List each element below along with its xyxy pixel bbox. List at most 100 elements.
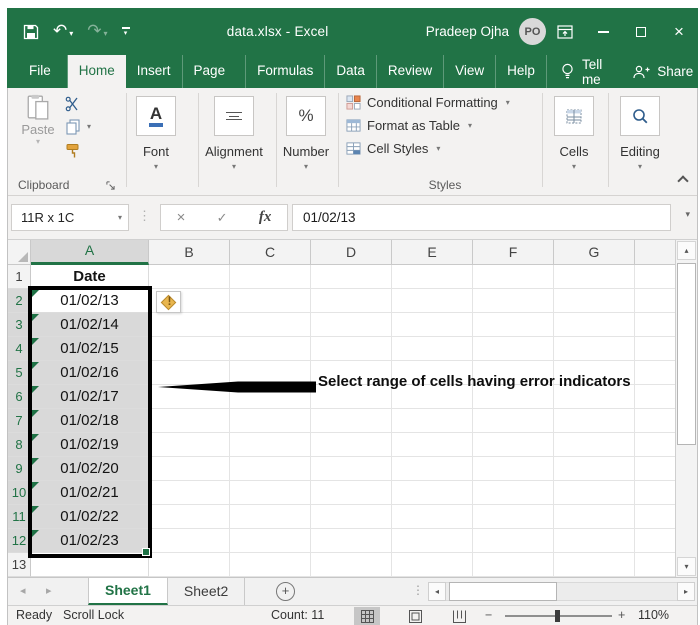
cell-A8[interactable]: 01/02/19: [31, 433, 149, 457]
alignment-group-label[interactable]: Alignment: [192, 144, 276, 159]
cell-A12[interactable]: 01/02/23: [31, 529, 149, 553]
grid-cell[interactable]: [554, 553, 635, 577]
grid-cell[interactable]: [554, 409, 635, 433]
column-header-A[interactable]: A: [31, 240, 149, 265]
grid-cell[interactable]: [635, 313, 676, 337]
cell-styles-button[interactable]: Cell Styles ▾: [346, 141, 440, 156]
grid-cell[interactable]: [311, 409, 392, 433]
grid-cell[interactable]: [635, 337, 676, 361]
previous-sheet-icon[interactable]: ◂: [20, 584, 26, 597]
share-button[interactable]: Share: [616, 55, 700, 88]
cell-A3[interactable]: 01/02/14: [31, 313, 149, 337]
grid-cell[interactable]: [473, 433, 554, 457]
grid-cell[interactable]: [311, 289, 392, 313]
row-header-9[interactable]: 9: [8, 457, 31, 481]
grid-cell[interactable]: [149, 313, 230, 337]
cancel-icon[interactable]: ×: [177, 209, 186, 226]
conditional-formatting-button[interactable]: Conditional Formatting ▾: [346, 95, 510, 110]
chevron-down-icon[interactable]: ▾: [69, 29, 73, 38]
grid-cell[interactable]: [473, 337, 554, 361]
grid-cell[interactable]: [392, 529, 473, 553]
zoom-out-icon[interactable]: −: [485, 608, 492, 622]
grid-cell[interactable]: [392, 337, 473, 361]
cut-button[interactable]: [65, 96, 81, 112]
grid-cell[interactable]: [230, 457, 311, 481]
grid-cell[interactable]: [635, 433, 676, 457]
grid-cell[interactable]: [392, 433, 473, 457]
grid-cell[interactable]: [554, 337, 635, 361]
grid-cell[interactable]: [311, 505, 392, 529]
row-header-13[interactable]: 13: [8, 553, 31, 577]
tab-formulas[interactable]: Formulas: [246, 55, 325, 88]
grid-cell[interactable]: [473, 409, 554, 433]
format-painter-button[interactable]: [65, 143, 81, 159]
grid-cell[interactable]: [392, 481, 473, 505]
grid-cell[interactable]: [554, 289, 635, 313]
alignment-group-button[interactable]: [214, 96, 254, 136]
name-box[interactable]: 11R x 1C▾: [11, 204, 129, 231]
tab-view[interactable]: View: [444, 55, 496, 88]
grid-cell[interactable]: [392, 409, 473, 433]
cell-A4[interactable]: 01/02/15: [31, 337, 149, 361]
column-header-E[interactable]: E: [392, 240, 473, 265]
grid-cell[interactable]: [554, 433, 635, 457]
undo-button[interactable]: ↶▾: [53, 22, 73, 41]
cell-A1[interactable]: Date: [31, 265, 149, 289]
insert-function-icon[interactable]: fx: [259, 209, 272, 226]
grid-cell[interactable]: [392, 457, 473, 481]
cells-group-button[interactable]: [554, 96, 594, 136]
grid-cell[interactable]: [554, 457, 635, 481]
save-icon[interactable]: [23, 24, 39, 40]
tab-insert[interactable]: Insert: [126, 55, 183, 88]
error-indicator-button[interactable]: !: [156, 291, 181, 313]
tab-review[interactable]: Review: [377, 55, 444, 88]
grid-cell[interactable]: [230, 433, 311, 457]
grid-cell[interactable]: [635, 481, 676, 505]
row-header-1[interactable]: 1: [8, 265, 31, 289]
tab-data[interactable]: Data: [325, 55, 377, 88]
cell-A6[interactable]: 01/02/17: [31, 385, 149, 409]
grid-cell[interactable]: [392, 265, 473, 289]
sheet-tab-sheet1[interactable]: Sheet1: [88, 578, 168, 605]
grid-cell[interactable]: [635, 265, 676, 289]
select-all-button[interactable]: [8, 240, 31, 265]
grid-cell[interactable]: [149, 409, 230, 433]
cell-A13[interactable]: [31, 553, 149, 577]
grid-cell[interactable]: [473, 529, 554, 553]
grid-cell[interactable]: [230, 529, 311, 553]
cell-A11[interactable]: 01/02/22: [31, 505, 149, 529]
column-header-B[interactable]: B: [149, 240, 230, 265]
grid-cell[interactable]: [473, 265, 554, 289]
grid-cell[interactable]: [230, 313, 311, 337]
font-group-button[interactable]: A: [136, 96, 176, 136]
grid-cell[interactable]: [392, 289, 473, 313]
grid-cell[interactable]: [311, 337, 392, 361]
horizontal-scroll-thumb[interactable]: [449, 582, 557, 601]
grid-cell[interactable]: [635, 409, 676, 433]
grid-cell[interactable]: [554, 313, 635, 337]
tab-file[interactable]: File: [13, 55, 68, 88]
grid-cell[interactable]: [473, 457, 554, 481]
column-header-G[interactable]: G: [554, 240, 635, 265]
grid-cell[interactable]: [149, 433, 230, 457]
row-header-4[interactable]: 4: [8, 337, 31, 361]
grid-cell[interactable]: [392, 553, 473, 577]
number-group-button[interactable]: %: [286, 96, 326, 136]
customize-qat-button[interactable]: ▾: [122, 27, 130, 37]
row-header-10[interactable]: 10: [8, 481, 31, 505]
sheet-tab-sheet2[interactable]: Sheet2: [168, 578, 245, 605]
page-layout-view-button[interactable]: [402, 607, 428, 625]
cell-A2[interactable]: 01/02/13: [31, 289, 149, 313]
grid-cell[interactable]: [149, 457, 230, 481]
editing-group-label[interactable]: Editing: [608, 144, 672, 159]
grid-cell[interactable]: [392, 505, 473, 529]
tab-help[interactable]: Help: [496, 55, 547, 88]
new-sheet-button[interactable]: +: [276, 582, 295, 601]
column-header-partial[interactable]: [635, 240, 676, 265]
tell-me-button[interactable]: Tell me: [547, 55, 616, 88]
row-header-6[interactable]: 6: [8, 385, 31, 409]
zoom-in-icon[interactable]: +: [618, 608, 625, 622]
cell-A10[interactable]: 01/02/21: [31, 481, 149, 505]
grid-cell[interactable]: [635, 457, 676, 481]
grid-cell[interactable]: [149, 529, 230, 553]
